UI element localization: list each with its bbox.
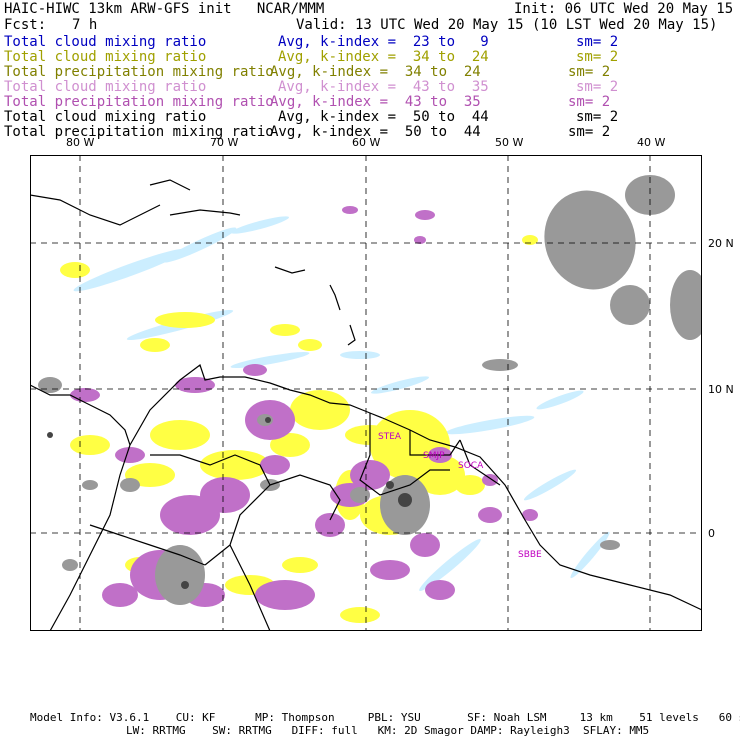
field-avg-6: Avg, k-index = 50 to 44 [278,109,489,125]
field-sm-3: sm= 2 [568,64,611,80]
station-smjp: SMJP [423,451,445,461]
lat-label-strip: 20 N 10 N 0 [708,237,734,540]
chart-title: HAIC-HIWC 13km ARW-GFS init NCAR/MMM [4,1,325,17]
field-sm-1: sm= 2 [576,34,619,50]
valid-time: Valid: 13 UTC Wed 20 May 15 (10 LST Wed … [296,17,718,33]
field-sm-6: sm= 2 [576,109,619,125]
station-stea: STEA [378,432,402,442]
weather-map: STEA SMJP SOCA SBBE [30,155,702,631]
field-avg-4: Avg, k-index = 43 to 35 [278,79,489,95]
field-sm-4: sm= 2 [576,79,619,95]
field-avg-1: Avg, k-index = 23 to 9 [278,34,489,50]
field-name-4: Total cloud mixing ratio [4,79,207,95]
lat-label-10n: 10 N [708,383,734,396]
forecast-label: Fcst: [4,17,47,33]
lon-label-80w: 80 W [66,136,94,149]
field-sm-5: sm= 2 [568,94,611,110]
model-info-line-2: LW: RRTMG SW: RRTMG DIFF: full KM: 2D Sm… [126,724,650,737]
field-name-2: Total cloud mixing ratio [4,49,207,65]
lon-label-60w: 60 W [352,136,380,149]
station-sbbe: SBBE [518,550,542,560]
field-sm-2: sm= 2 [576,49,619,65]
lon-label-40w: 40 W [637,136,665,149]
field-name-3: Total precipitation mixing ratio [4,64,274,80]
lat-label-0: 0 [708,527,715,540]
station-soca: SOCA [458,461,484,471]
model-info-line-1: Model Info: V3.6.1 CU: KF MP: Thompson P… [30,711,740,724]
lon-label-strip: 80 W 70 W 60 W 50 W 40 W [66,136,665,149]
field-avg-3: Avg, k-index = 34 to 24 [270,64,481,80]
forecast-hour: 7 h [72,17,98,33]
lat-label-20n: 20 N [708,237,734,250]
field-avg-2: Avg, k-index = 34 to 24 [278,49,489,65]
field-name-1: Total cloud mixing ratio [4,34,207,50]
field-avg-5: Avg, k-index = 43 to 35 [270,94,481,110]
field-name-5: Total precipitation mixing ratio [4,94,274,110]
init-time: Init: 06 UTC Wed 20 May 15 [514,1,734,17]
field-name-6: Total cloud mixing ratio [4,109,207,125]
lon-label-50w: 50 W [495,136,523,149]
lon-label-70w: 70 W [210,136,238,149]
